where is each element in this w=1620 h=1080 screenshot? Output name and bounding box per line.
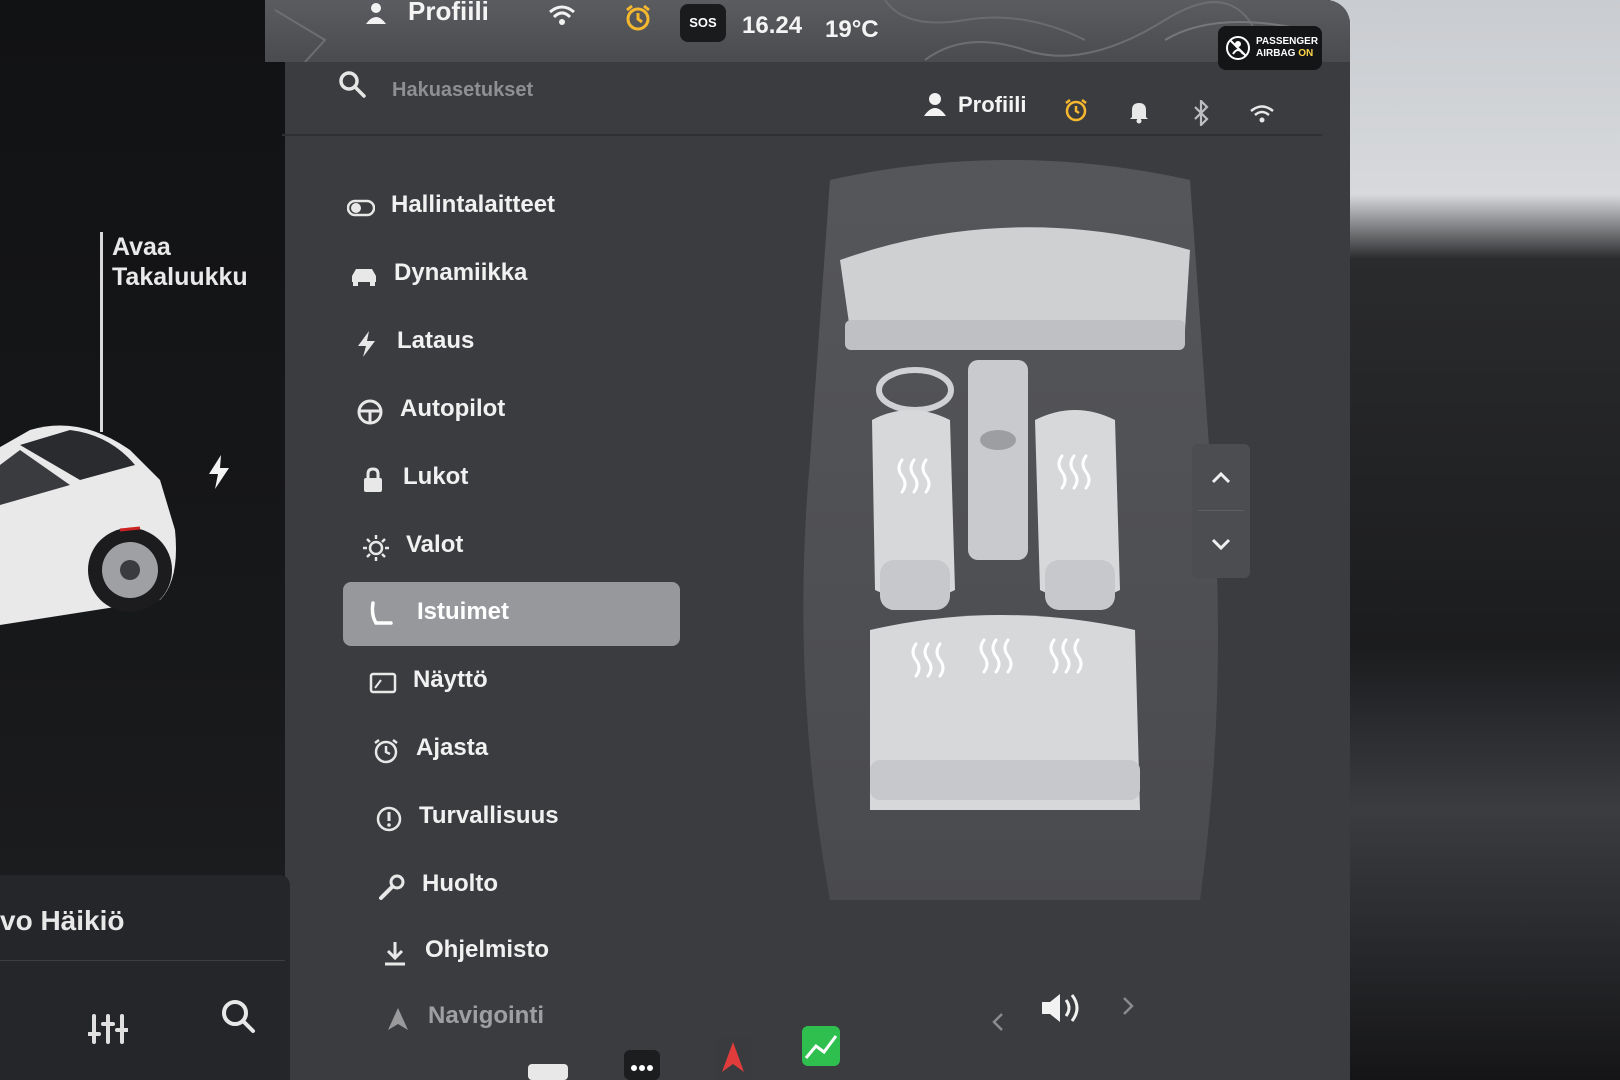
energy-app-icon[interactable] [802, 1026, 840, 1066]
schedule-alarm-icon[interactable] [1064, 98, 1088, 122]
car-icon [352, 269, 376, 286]
driver-seat[interactable] [872, 410, 955, 610]
menu-item-valot[interactable]: Valot [350, 515, 680, 579]
menu-item-huolto[interactable]: Huolto [366, 854, 696, 918]
menu-item-lukot[interactable]: Lukot [347, 447, 677, 511]
header-divider [282, 134, 1322, 136]
passenger-seat[interactable] [1035, 410, 1120, 610]
clock-time: 16.24 [742, 12, 803, 39]
charging-bolt-icon [209, 455, 229, 489]
more-apps-icon[interactable] [624, 1050, 660, 1080]
menu-label: Valot [406, 531, 464, 558]
car-status-panel: Avaa Takaluukku vo Häikiö [0, 0, 290, 1080]
status-profile-icon[interactable] [365, 2, 387, 24]
settings-search-input[interactable] [390, 74, 794, 106]
navigation-icon [388, 1008, 408, 1030]
menu-item-istuimet[interactable]: Istuimet [343, 582, 680, 646]
open-trunk-line1: Avaa [112, 233, 171, 261]
chevron-up-icon[interactable] [1207, 464, 1235, 492]
navigation-app-icon[interactable] [714, 1036, 752, 1080]
alarm-clock-icon [374, 739, 398, 764]
bolt-icon [358, 331, 375, 357]
card-divider [0, 960, 285, 961]
toggle-icon [347, 199, 375, 217]
steering-wheel-icon [357, 399, 383, 425]
airbag-state: ON [1298, 48, 1314, 59]
menu-label: Istuimet [417, 598, 510, 625]
menu-label: Lataus [397, 327, 475, 354]
view-scroll-control [1192, 444, 1250, 578]
menu-label: Näyttö [413, 666, 488, 693]
sos-button[interactable]: SOS [680, 4, 726, 42]
airbag-line2: AIRBAG [1256, 48, 1296, 59]
vehicle-interior-background [1330, 0, 1620, 1080]
menu-label: Dynamiikka [394, 259, 528, 286]
equalizer-icon[interactable] [88, 1012, 128, 1046]
seat-icon [370, 601, 393, 625]
sun-icon [363, 535, 389, 561]
status-profile-label[interactable]: Profiili [408, 0, 489, 27]
volume-icon[interactable] [1040, 990, 1082, 1026]
alarm-clock-icon [626, 4, 650, 31]
wrench-icon [379, 874, 405, 900]
wifi-icon [549, 5, 575, 25]
outside-temperature: 19°C [825, 16, 879, 43]
profile-button[interactable]: Profiili [958, 92, 1026, 118]
chevron-right-icon[interactable] [1120, 996, 1136, 1016]
menu-label: Hallintalaitteet [391, 191, 556, 218]
menu-item-turvallisuus[interactable]: Turvallisuus [363, 786, 693, 850]
menu-item-ohjelmisto[interactable]: Ohjelmisto [369, 920, 699, 984]
header-wifi-icon[interactable] [1250, 104, 1274, 124]
trunk-indicator-line [100, 232, 103, 432]
menu-label: Ajasta [416, 734, 489, 761]
profile-icon[interactable] [924, 92, 946, 116]
menu-label: Turvallisuus [419, 802, 559, 829]
media-search-icon[interactable] [220, 998, 256, 1034]
touchscreen: Avaa Takaluukku vo Häikiö Profiili SOS 1… [0, 0, 1350, 1080]
menu-item-dynamiikka[interactable]: Dynamiikka [338, 243, 668, 307]
passenger-airbag-indicator: PASSENGER AIRBAG ON [1218, 26, 1322, 70]
alert-circle-icon [376, 806, 402, 832]
menu-item-ajasta[interactable]: Ajasta [360, 718, 690, 782]
menu-label: Ohjelmisto [425, 936, 550, 963]
airbag-line1: PASSENGER [1256, 36, 1319, 47]
menu-label: Huolto [422, 870, 498, 897]
search-icon[interactable] [338, 70, 366, 98]
chevron-down-icon[interactable] [1207, 530, 1235, 558]
lock-icon [364, 467, 382, 492]
display-icon [369, 672, 397, 694]
menu-label: Navigointi [428, 1002, 545, 1029]
menu-label: Lukot [403, 463, 469, 490]
driver-name: vo Häikiö [0, 905, 125, 936]
open-trunk-button[interactable]: Avaa Takaluukku [112, 232, 248, 292]
bluetooth-icon[interactable] [1192, 100, 1210, 126]
menu-item-autopilot[interactable]: Autopilot [344, 379, 674, 443]
airbag-icon [1226, 36, 1250, 60]
sos-label: SOS [689, 15, 717, 30]
menu-label: Autopilot [400, 395, 506, 422]
download-icon [385, 942, 405, 966]
menu-item-hallintalaitteet[interactable]: Hallintalaitteet [335, 175, 665, 239]
bell-icon[interactable] [1128, 100, 1150, 124]
menu-item-naytto[interactable]: Näyttö [357, 650, 687, 714]
chevron-left-icon[interactable] [990, 1012, 1006, 1032]
open-trunk-line2: Takaluukku [112, 263, 248, 291]
menu-item-navigointi[interactable]: Navigointi [372, 986, 702, 1050]
seat-heater-visual [803, 160, 1218, 900]
menu-item-lataus[interactable]: Lataus [341, 311, 671, 375]
scroll-divider [1198, 510, 1244, 511]
app-launcher-icon[interactable] [528, 1062, 568, 1080]
car-model-image [0, 425, 176, 625]
